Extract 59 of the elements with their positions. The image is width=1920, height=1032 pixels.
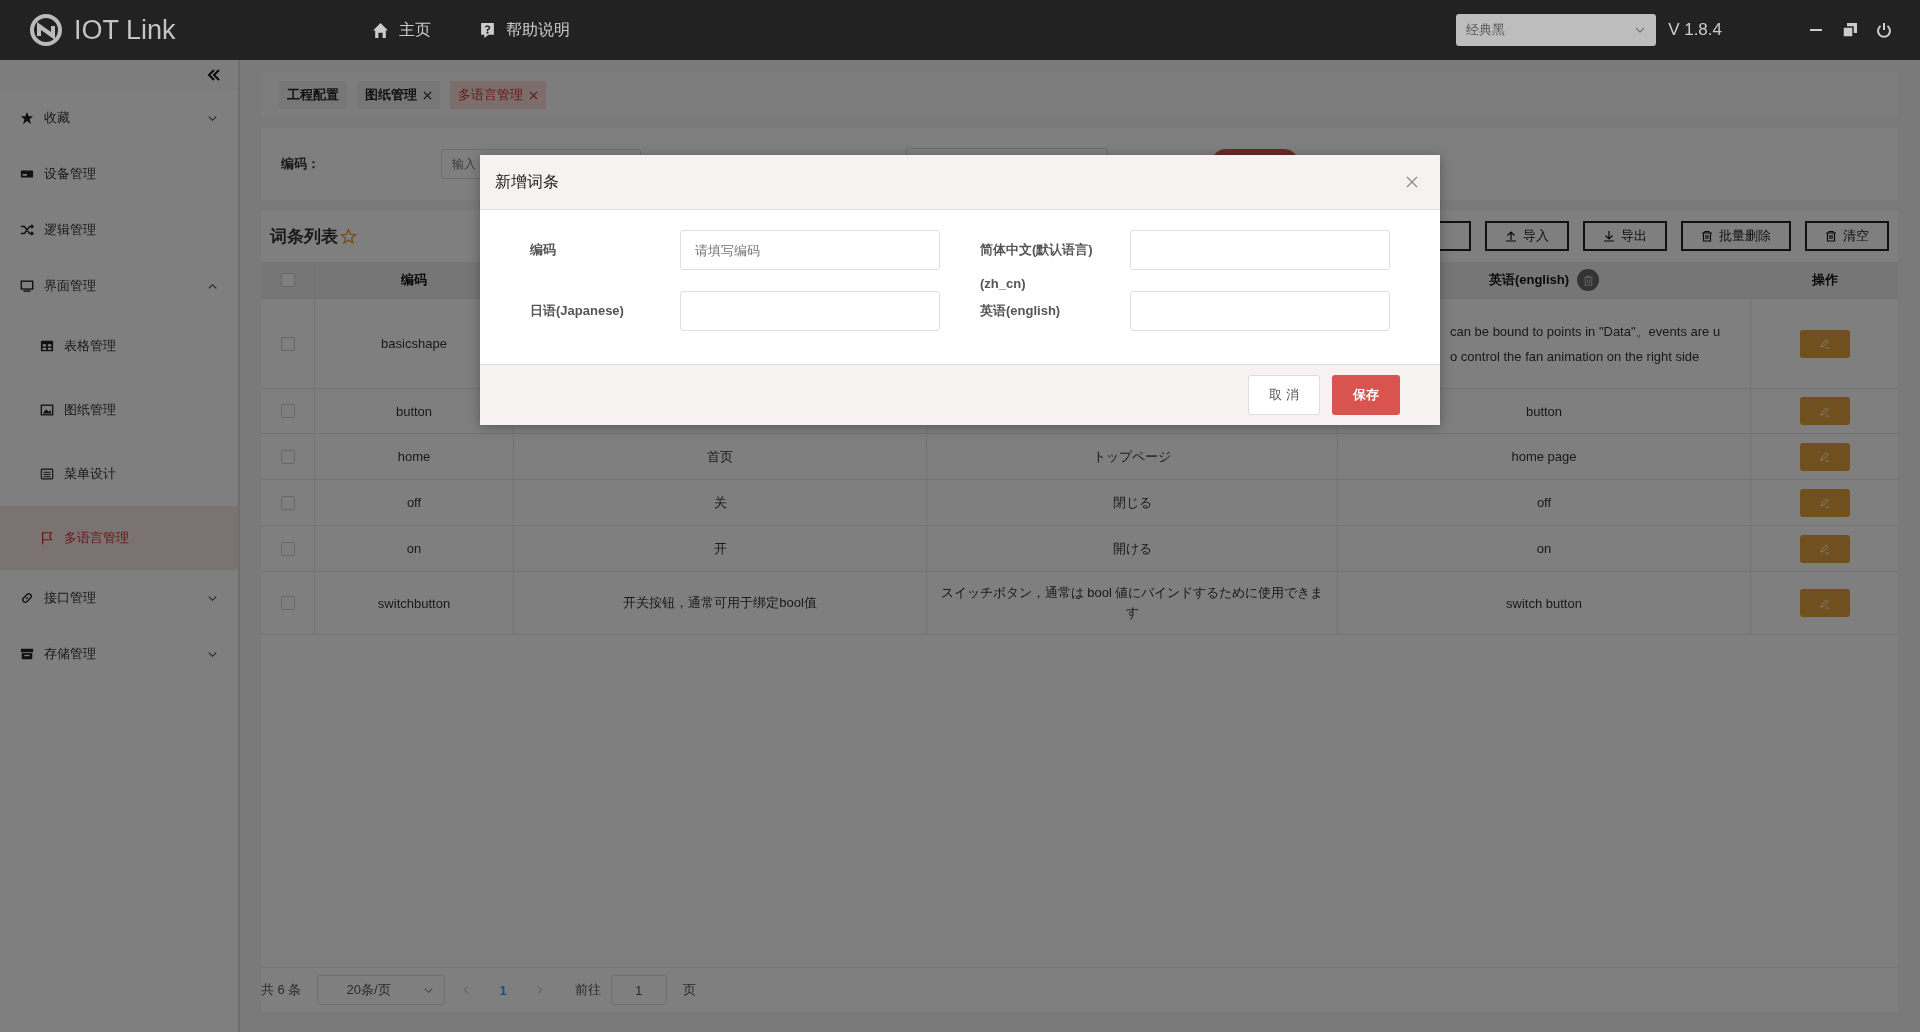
- table-cell-text: 開ける: [1112, 539, 1152, 558]
- sidebar-item[interactable]: 设备管理: [0, 146, 238, 202]
- table-cell: off: [406, 495, 422, 510]
- table-cell: on: [406, 541, 422, 556]
- filter-label: 编码：: [281, 155, 321, 173]
- toolbar-button[interactable]: 导出: [1583, 221, 1667, 251]
- sidebar-item[interactable]: 接口管理: [0, 570, 238, 626]
- tab[interactable]: 图纸管理: [357, 81, 440, 109]
- table-cell-text: スイッチボタン，通常は bool 値にバインドするために使用できます: [939, 584, 1325, 622]
- sidebar-subitem[interactable]: 图纸管理: [0, 378, 238, 442]
- sidebar-subitem[interactable]: 表格管理: [0, 314, 238, 378]
- sidebar-subitem[interactable]: 多语言管理: [0, 506, 238, 570]
- version-label: V 1.8.4: [1668, 20, 1722, 40]
- field-label: 编码: [530, 241, 557, 259]
- table-cell: button: [1525, 403, 1563, 419]
- field-label: 英语(english): [979, 302, 1062, 320]
- field-label: 日语(Japanese): [530, 302, 625, 320]
- table-cell-text: 閉じる: [1112, 493, 1152, 512]
- total-count: 共 6 条: [261, 981, 302, 999]
- dialog-title: 新增词条: [495, 171, 559, 192]
- table-cell: 首页: [707, 447, 733, 466]
- toolbar-button[interactable]: 清空: [1805, 221, 1889, 251]
- sidebar-item[interactable]: 存储管理: [0, 626, 238, 682]
- field-label: 简体中文(默认语言)(zh_cn): [979, 241, 1094, 293]
- toolbar-button[interactable]: 导入: [1485, 221, 1569, 251]
- table-cell: basicshape: [381, 336, 447, 351]
- table-cell: o control the fan animation on the right side: [1450, 349, 1700, 364]
- tab[interactable]: 工程配置: [279, 81, 347, 109]
- table-cell: home: [397, 449, 431, 464]
- input-field[interactable]: 请填写编码: [680, 230, 940, 270]
- sidebar-item[interactable]: 界面管理: [0, 258, 238, 314]
- sidebar-item[interactable]: 收藏: [0, 90, 238, 146]
- header-cell-text: 操作: [1810, 271, 1839, 289]
- toolbar-button[interactable]: 批量删除: [1681, 221, 1791, 251]
- theme-select[interactable]: 经典黑: [1456, 14, 1657, 46]
- table-cell: 开: [713, 539, 727, 558]
- table-cell: button: [395, 403, 433, 419]
- save-button[interactable]: 保存: [1332, 375, 1400, 415]
- table-cell: switchbutton: [377, 595, 451, 611]
- nav-link[interactable]: 帮助说明: [478, 19, 570, 41]
- nav-link[interactable]: 主页: [371, 19, 431, 41]
- table-cell: off: [1536, 495, 1552, 510]
- page-size-select[interactable]: 20条/页: [317, 975, 446, 1005]
- tab[interactable]: 多语言管理: [450, 81, 546, 109]
- table-cell: can be bound to points in "Data"。events are u: [1450, 323, 1721, 341]
- goto-label: 前往: [574, 981, 601, 999]
- sidebar-item[interactable]: 逻辑管理: [0, 202, 238, 258]
- page-suffix: 页: [682, 981, 696, 999]
- page-field[interactable]: 1: [610, 975, 667, 1005]
- table-cell: home page: [1511, 449, 1577, 464]
- sidebar-subitem[interactable]: 菜单设计: [0, 442, 238, 506]
- table-cell: on: [1536, 541, 1552, 556]
- table-cell-text: トップページ: [1093, 447, 1171, 466]
- table-cell: switch button: [1506, 595, 1582, 611]
- table-cell: 开关按钮，通常可用于绑定bool值: [623, 594, 817, 612]
- list-title: 词条列表: [270, 225, 338, 248]
- table-cell: 关: [713, 493, 727, 512]
- cancel-button[interactable]: 取 消: [1248, 375, 1320, 415]
- app-title: IOT Link: [74, 14, 176, 46]
